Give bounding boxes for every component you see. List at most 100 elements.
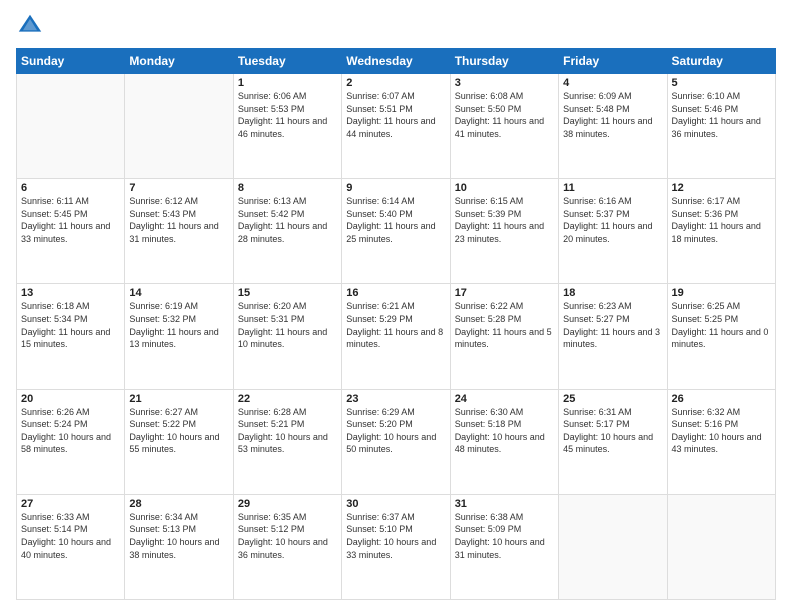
empty-cell [125, 74, 233, 179]
day-number: 10 [455, 182, 554, 194]
header-thursday: Thursday [450, 49, 558, 74]
day-info: Sunrise: 6:35 AM Sunset: 5:12 PM Dayligh… [238, 511, 337, 561]
day-cell: 1 Sunrise: 6:06 AM Sunset: 5:53 PM Dayli… [233, 74, 341, 179]
day-info: Sunrise: 6:15 AM Sunset: 5:39 PM Dayligh… [455, 195, 554, 245]
day-number: 13 [21, 287, 120, 299]
logo-icon [16, 12, 44, 40]
day-number: 17 [455, 287, 554, 299]
header-wednesday: Wednesday [342, 49, 450, 74]
page: Sunday Monday Tuesday Wednesday Thursday… [0, 0, 792, 612]
header-friday: Friday [559, 49, 667, 74]
day-number: 28 [129, 498, 228, 510]
day-cell: 21 Sunrise: 6:27 AM Sunset: 5:22 PM Dayl… [125, 389, 233, 494]
day-number: 27 [21, 498, 120, 510]
day-info: Sunrise: 6:07 AM Sunset: 5:51 PM Dayligh… [346, 90, 445, 140]
day-number: 23 [346, 393, 445, 405]
day-cell: 30 Sunrise: 6:37 AM Sunset: 5:10 PM Dayl… [342, 494, 450, 599]
day-info: Sunrise: 6:38 AM Sunset: 5:09 PM Dayligh… [455, 511, 554, 561]
day-cell: 14 Sunrise: 6:19 AM Sunset: 5:32 PM Dayl… [125, 284, 233, 389]
day-info: Sunrise: 6:25 AM Sunset: 5:25 PM Dayligh… [672, 300, 771, 350]
day-number: 21 [129, 393, 228, 405]
calendar-week-row: 13 Sunrise: 6:18 AM Sunset: 5:34 PM Dayl… [17, 284, 776, 389]
day-cell: 26 Sunrise: 6:32 AM Sunset: 5:16 PM Dayl… [667, 389, 775, 494]
day-number: 26 [672, 393, 771, 405]
day-cell: 17 Sunrise: 6:22 AM Sunset: 5:28 PM Dayl… [450, 284, 558, 389]
day-cell: 5 Sunrise: 6:10 AM Sunset: 5:46 PM Dayli… [667, 74, 775, 179]
day-cell: 15 Sunrise: 6:20 AM Sunset: 5:31 PM Dayl… [233, 284, 341, 389]
day-cell: 11 Sunrise: 6:16 AM Sunset: 5:37 PM Dayl… [559, 179, 667, 284]
day-info: Sunrise: 6:09 AM Sunset: 5:48 PM Dayligh… [563, 90, 662, 140]
day-cell: 7 Sunrise: 6:12 AM Sunset: 5:43 PM Dayli… [125, 179, 233, 284]
day-number: 12 [672, 182, 771, 194]
empty-cell [17, 74, 125, 179]
day-info: Sunrise: 6:11 AM Sunset: 5:45 PM Dayligh… [21, 195, 120, 245]
day-cell: 6 Sunrise: 6:11 AM Sunset: 5:45 PM Dayli… [17, 179, 125, 284]
calendar-week-row: 27 Sunrise: 6:33 AM Sunset: 5:14 PM Dayl… [17, 494, 776, 599]
day-cell: 13 Sunrise: 6:18 AM Sunset: 5:34 PM Dayl… [17, 284, 125, 389]
day-info: Sunrise: 6:28 AM Sunset: 5:21 PM Dayligh… [238, 406, 337, 456]
day-info: Sunrise: 6:06 AM Sunset: 5:53 PM Dayligh… [238, 90, 337, 140]
day-cell: 10 Sunrise: 6:15 AM Sunset: 5:39 PM Dayl… [450, 179, 558, 284]
day-cell: 18 Sunrise: 6:23 AM Sunset: 5:27 PM Dayl… [559, 284, 667, 389]
header-sunday: Sunday [17, 49, 125, 74]
day-cell: 12 Sunrise: 6:17 AM Sunset: 5:36 PM Dayl… [667, 179, 775, 284]
day-number: 31 [455, 498, 554, 510]
day-cell: 16 Sunrise: 6:21 AM Sunset: 5:29 PM Dayl… [342, 284, 450, 389]
day-cell: 9 Sunrise: 6:14 AM Sunset: 5:40 PM Dayli… [342, 179, 450, 284]
day-cell: 2 Sunrise: 6:07 AM Sunset: 5:51 PM Dayli… [342, 74, 450, 179]
day-number: 2 [346, 77, 445, 89]
day-number: 30 [346, 498, 445, 510]
day-info: Sunrise: 6:13 AM Sunset: 5:42 PM Dayligh… [238, 195, 337, 245]
day-number: 15 [238, 287, 337, 299]
day-info: Sunrise: 6:23 AM Sunset: 5:27 PM Dayligh… [563, 300, 662, 350]
header-saturday: Saturday [667, 49, 775, 74]
header-tuesday: Tuesday [233, 49, 341, 74]
day-cell: 27 Sunrise: 6:33 AM Sunset: 5:14 PM Dayl… [17, 494, 125, 599]
day-info: Sunrise: 6:29 AM Sunset: 5:20 PM Dayligh… [346, 406, 445, 456]
day-info: Sunrise: 6:10 AM Sunset: 5:46 PM Dayligh… [672, 90, 771, 140]
calendar-week-row: 1 Sunrise: 6:06 AM Sunset: 5:53 PM Dayli… [17, 74, 776, 179]
header-monday: Monday [125, 49, 233, 74]
day-info: Sunrise: 6:17 AM Sunset: 5:36 PM Dayligh… [672, 195, 771, 245]
day-info: Sunrise: 6:33 AM Sunset: 5:14 PM Dayligh… [21, 511, 120, 561]
empty-cell [667, 494, 775, 599]
day-cell: 4 Sunrise: 6:09 AM Sunset: 5:48 PM Dayli… [559, 74, 667, 179]
day-cell: 22 Sunrise: 6:28 AM Sunset: 5:21 PM Dayl… [233, 389, 341, 494]
day-number: 3 [455, 77, 554, 89]
day-info: Sunrise: 6:27 AM Sunset: 5:22 PM Dayligh… [129, 406, 228, 456]
day-info: Sunrise: 6:14 AM Sunset: 5:40 PM Dayligh… [346, 195, 445, 245]
header [16, 12, 776, 40]
day-number: 29 [238, 498, 337, 510]
day-info: Sunrise: 6:16 AM Sunset: 5:37 PM Dayligh… [563, 195, 662, 245]
day-cell: 31 Sunrise: 6:38 AM Sunset: 5:09 PM Dayl… [450, 494, 558, 599]
day-number: 1 [238, 77, 337, 89]
day-cell: 29 Sunrise: 6:35 AM Sunset: 5:12 PM Dayl… [233, 494, 341, 599]
day-cell: 28 Sunrise: 6:34 AM Sunset: 5:13 PM Dayl… [125, 494, 233, 599]
day-number: 16 [346, 287, 445, 299]
day-info: Sunrise: 6:20 AM Sunset: 5:31 PM Dayligh… [238, 300, 337, 350]
day-cell: 3 Sunrise: 6:08 AM Sunset: 5:50 PM Dayli… [450, 74, 558, 179]
day-info: Sunrise: 6:26 AM Sunset: 5:24 PM Dayligh… [21, 406, 120, 456]
day-number: 6 [21, 182, 120, 194]
day-number: 11 [563, 182, 662, 194]
calendar-week-row: 6 Sunrise: 6:11 AM Sunset: 5:45 PM Dayli… [17, 179, 776, 284]
day-info: Sunrise: 6:22 AM Sunset: 5:28 PM Dayligh… [455, 300, 554, 350]
calendar-table: Sunday Monday Tuesday Wednesday Thursday… [16, 48, 776, 600]
day-cell: 23 Sunrise: 6:29 AM Sunset: 5:20 PM Dayl… [342, 389, 450, 494]
day-number: 22 [238, 393, 337, 405]
day-info: Sunrise: 6:37 AM Sunset: 5:10 PM Dayligh… [346, 511, 445, 561]
weekday-header-row: Sunday Monday Tuesday Wednesday Thursday… [17, 49, 776, 74]
day-number: 20 [21, 393, 120, 405]
day-info: Sunrise: 6:12 AM Sunset: 5:43 PM Dayligh… [129, 195, 228, 245]
day-cell: 20 Sunrise: 6:26 AM Sunset: 5:24 PM Dayl… [17, 389, 125, 494]
day-info: Sunrise: 6:30 AM Sunset: 5:18 PM Dayligh… [455, 406, 554, 456]
day-info: Sunrise: 6:32 AM Sunset: 5:16 PM Dayligh… [672, 406, 771, 456]
day-info: Sunrise: 6:08 AM Sunset: 5:50 PM Dayligh… [455, 90, 554, 140]
day-number: 9 [346, 182, 445, 194]
day-cell: 24 Sunrise: 6:30 AM Sunset: 5:18 PM Dayl… [450, 389, 558, 494]
day-number: 25 [563, 393, 662, 405]
day-cell: 25 Sunrise: 6:31 AM Sunset: 5:17 PM Dayl… [559, 389, 667, 494]
calendar-week-row: 20 Sunrise: 6:26 AM Sunset: 5:24 PM Dayl… [17, 389, 776, 494]
day-number: 14 [129, 287, 228, 299]
day-cell: 19 Sunrise: 6:25 AM Sunset: 5:25 PM Dayl… [667, 284, 775, 389]
